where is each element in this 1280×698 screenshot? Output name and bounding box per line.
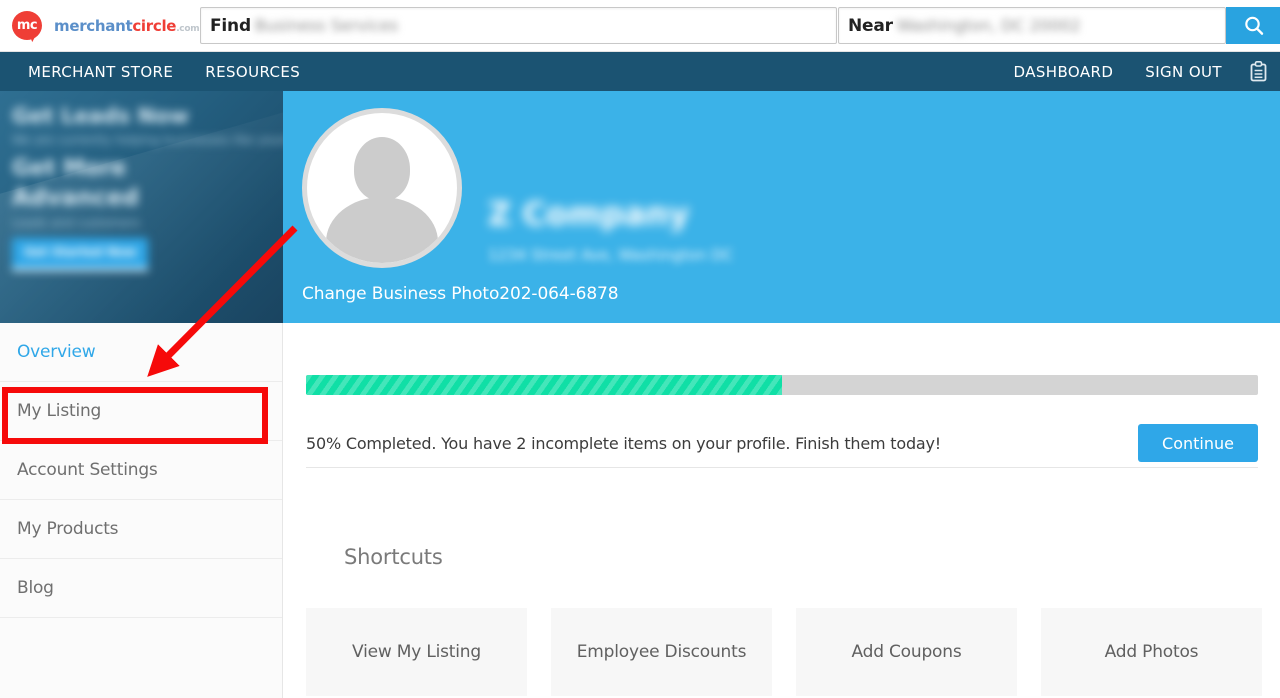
logo-word-merchant: merchant: [54, 16, 133, 35]
sidebar-item-my-products[interactable]: My Products: [0, 500, 282, 559]
progress-message-row: 50% Completed. You have 2 incomplete ite…: [306, 424, 1258, 462]
promo-banner-content: Get Leads Now We are currently helping b…: [0, 91, 283, 272]
logo-word-circle: circle: [132, 16, 177, 35]
person-placeholder-icon: [354, 137, 410, 201]
promo-banner[interactable]: Get Leads Now We are currently helping b…: [0, 91, 283, 323]
profile-completion-block: 50% Completed. You have 2 incomplete ite…: [306, 375, 1258, 462]
search-group: Find Business Services Near Washington, …: [200, 7, 1280, 44]
search-button[interactable]: [1226, 7, 1280, 44]
nav-left-group: MERCHANT STORE RESOURCES: [0, 63, 316, 81]
business-name: Z Company: [488, 195, 690, 233]
shortcut-card-add-photos[interactable]: Add Photos: [1041, 608, 1262, 696]
nav-right-group: DASHBOARD SIGN OUT: [998, 57, 1280, 87]
shortcut-card-view-my-listing[interactable]: View My Listing: [306, 608, 527, 696]
promo-line-4: Advanced: [12, 185, 139, 212]
logo-wordmark: merchantcircle.com®: [54, 17, 208, 35]
shortcuts-heading: Shortcuts: [344, 545, 443, 569]
sidebar-item-blog[interactable]: Blog: [0, 559, 282, 618]
promo-line-1: Get Leads Now: [12, 104, 189, 128]
progress-bar-fill: [306, 375, 782, 395]
search-icon: [1245, 16, 1264, 35]
promo-line-2: We are currently helping businesses like…: [12, 132, 283, 147]
business-profile-header: Z Company 1234 Street Ave, Washington DC…: [283, 91, 1280, 323]
clipboard-icon: [1250, 61, 1266, 82]
section-divider: [306, 467, 1258, 468]
logo-word-com: .com: [176, 23, 200, 34]
near-label: Near: [848, 15, 893, 36]
sidebar-item-overview[interactable]: Overview: [0, 323, 282, 382]
find-label: Find: [210, 15, 251, 36]
clipboard-button[interactable]: [1242, 57, 1274, 87]
top-search-bar: mc merchantcircle.com® Find Business Ser…: [0, 0, 1280, 52]
main-navigation-bar: MERCHANT STORE RESOURCES DASHBOARD SIGN …: [0, 52, 1280, 91]
nav-item-dashboard[interactable]: DASHBOARD: [998, 63, 1130, 81]
find-input-value[interactable]: Business Services: [255, 16, 398, 35]
nav-item-sign-out[interactable]: SIGN OUT: [1129, 63, 1238, 81]
progress-bar-track: [306, 375, 1258, 395]
logo-mark-text: mc: [16, 17, 38, 33]
sidebar-item-my-listing[interactable]: My Listing: [0, 382, 282, 441]
shortcuts-grid: View My Listing Employee Discounts Add C…: [306, 608, 1262, 696]
nav-item-resources[interactable]: RESOURCES: [189, 63, 316, 81]
near-field[interactable]: Near Washington, DC 20002: [838, 7, 1226, 44]
promo-line-3: Get More: [12, 155, 126, 181]
near-input-value[interactable]: Washington, DC 20002: [897, 16, 1081, 35]
shortcut-card-add-coupons[interactable]: Add Coupons: [796, 608, 1017, 696]
business-address: 1234 Street Ave, Washington DC: [488, 246, 734, 264]
find-field[interactable]: Find Business Services: [200, 7, 837, 44]
nav-item-merchant-store[interactable]: MERCHANT STORE: [12, 63, 189, 81]
profile-meta-row: Change Business Photo 202-064-6878: [302, 284, 619, 304]
shortcut-card-employee-discounts[interactable]: Employee Discounts: [551, 608, 772, 696]
dashboard-main-content: 50% Completed. You have 2 incomplete ite…: [284, 323, 1280, 698]
merchantcircle-dashboard-page: mc merchantcircle.com® Find Business Ser…: [0, 0, 1280, 698]
progress-message: 50% Completed. You have 2 incomplete ite…: [306, 433, 941, 453]
business-phone: 202-064-6878: [499, 284, 619, 304]
dashboard-sidebar: Overview My Listing Account Settings My …: [0, 323, 283, 698]
promo-line-5: Leads and customers: [12, 216, 141, 231]
continue-button[interactable]: Continue: [1138, 424, 1258, 462]
business-avatar[interactable]: [302, 108, 462, 268]
person-placeholder-body: [326, 197, 438, 263]
sidebar-item-account-settings[interactable]: Account Settings: [0, 441, 282, 500]
logo-speech-bubble-icon: mc: [12, 10, 46, 43]
promo-cta-button[interactable]: Get Started Now: [12, 238, 149, 272]
merchantcircle-logo[interactable]: mc merchantcircle.com®: [0, 0, 208, 52]
change-business-photo-link[interactable]: Change Business Photo: [302, 284, 499, 304]
